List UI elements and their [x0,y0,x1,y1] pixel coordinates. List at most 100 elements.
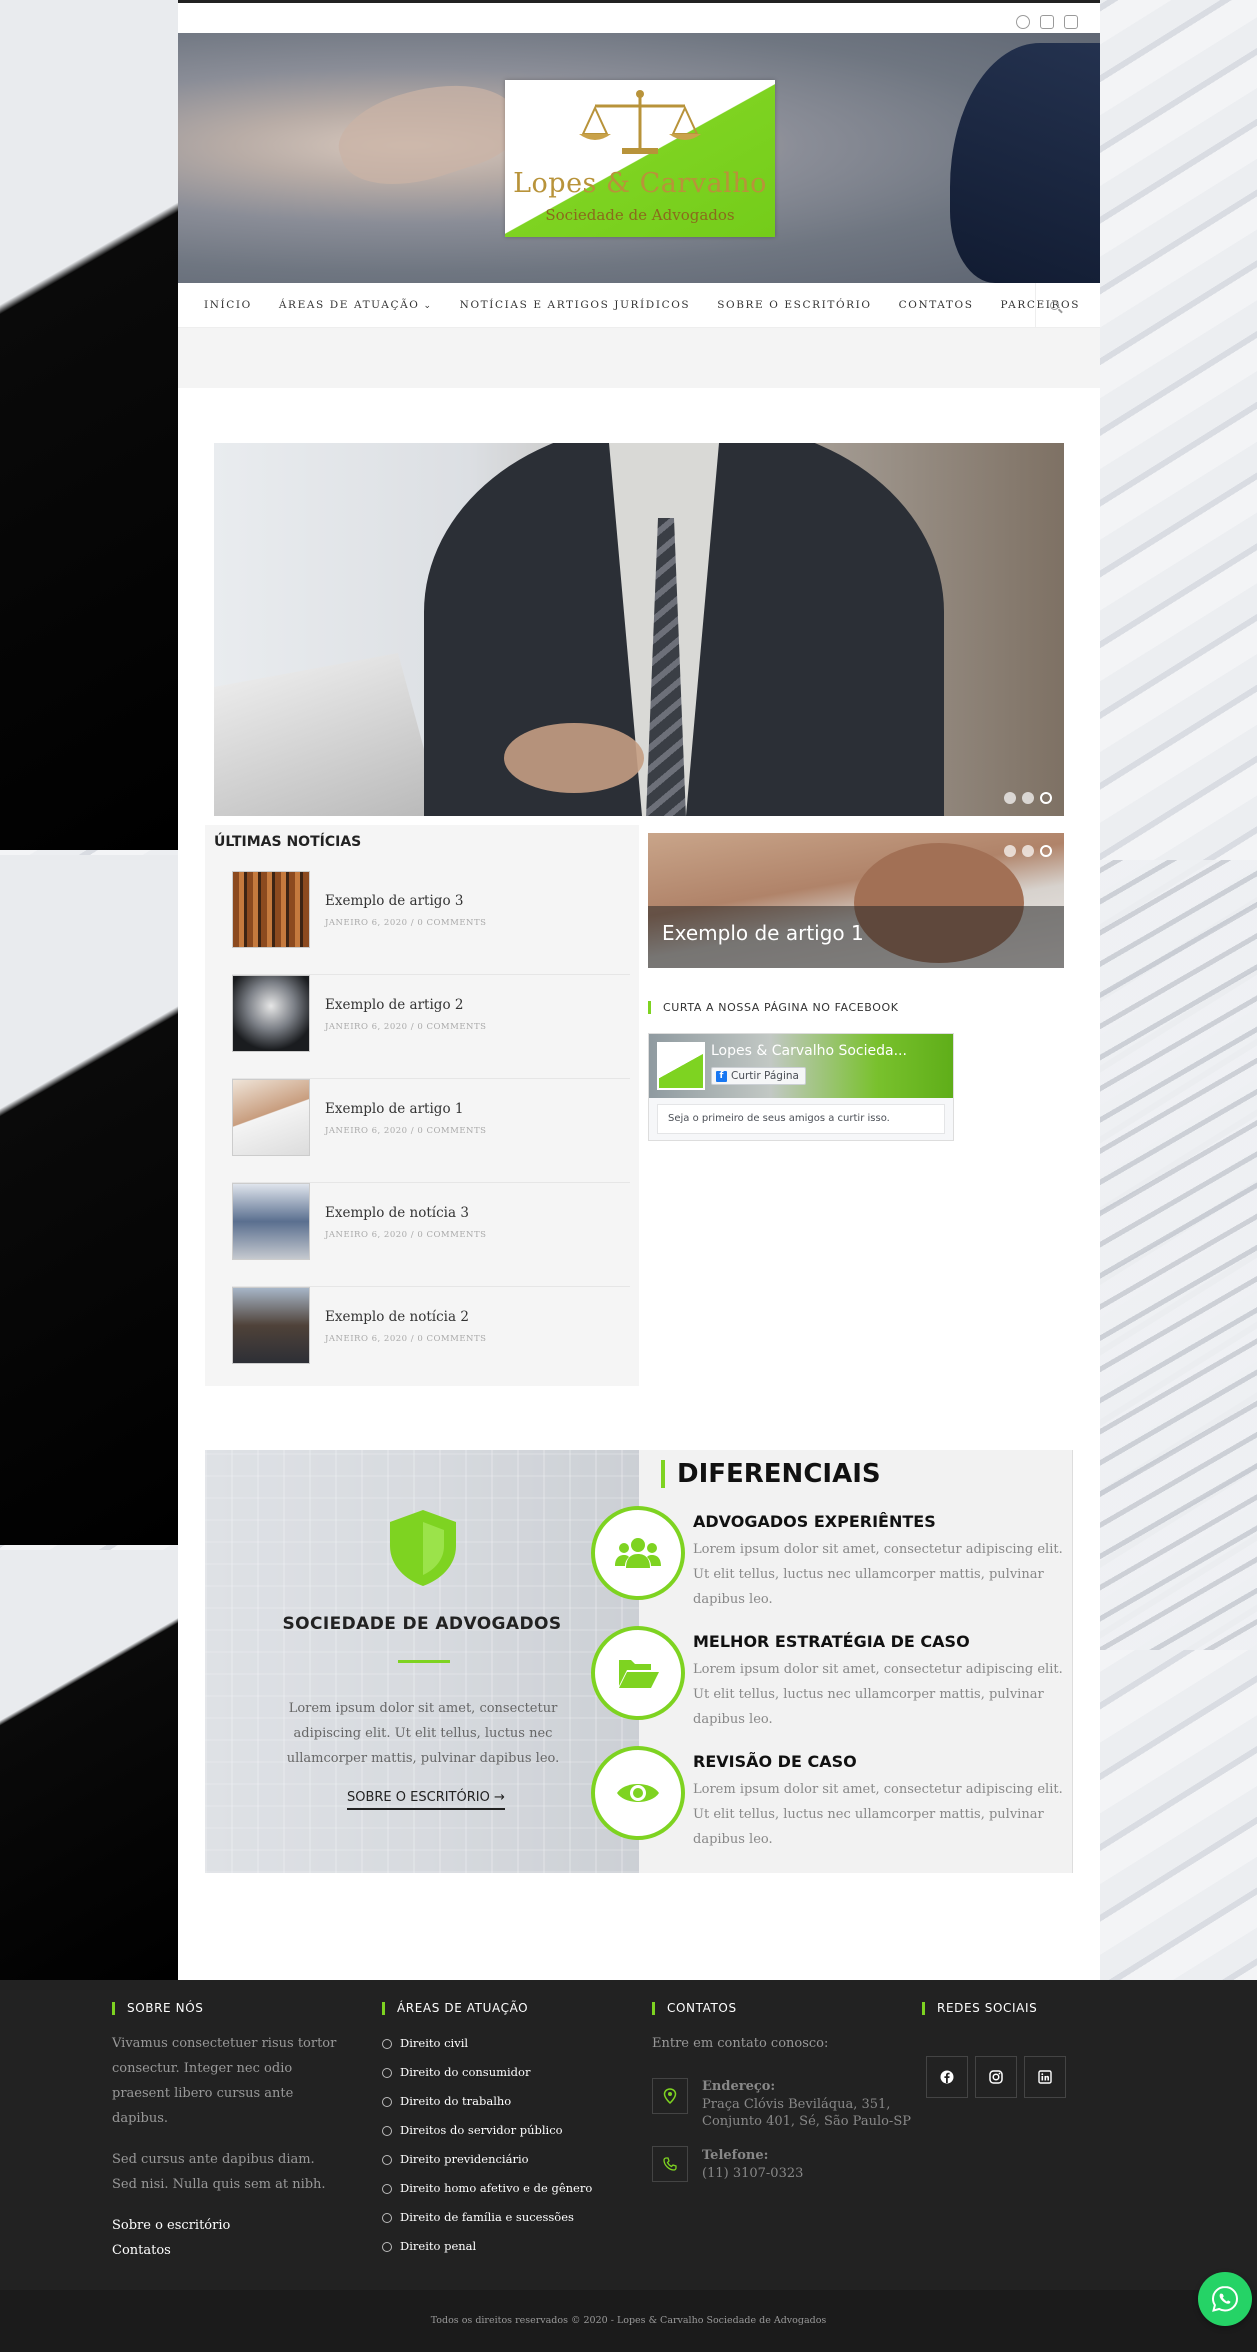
main-slider[interactable] [214,443,1064,816]
address-line: Conjunto 401, Sé, São Paulo-SP [702,2114,911,2129]
news-date: JANEIRO 6, 2020 [325,1230,408,1240]
news-item[interactable]: Exemplo de artigo 2 JANEIRO 6, 2020 / 0 … [232,975,630,1079]
latest-news-title: ÚLTIMAS NOTÍCIAS [214,834,362,850]
slider-dots [1004,792,1052,804]
slider-dot[interactable] [1022,845,1034,857]
feature-text: Lorem ipsum dolor sit amet, consectetur … [693,1662,1063,1727]
footer-link-contatos[interactable]: Contatos [112,2238,342,2263]
article-slider[interactable]: Exemplo de artigo 1 [648,833,1064,968]
meta-separator: / [410,1230,415,1240]
footer-facebook-button[interactable] [926,2056,968,2098]
feature-text: Lorem ipsum dolor sit amet, consectetur … [693,1542,1063,1607]
shield-icon [390,1510,456,1586]
footer-link-sobre[interactable]: Sobre o escritório [112,2213,342,2238]
hero-hand-photo [328,62,528,204]
nav-item-inicio[interactable]: INÍCIO [204,299,252,311]
slider-dot-active[interactable] [1040,845,1052,857]
linkedin-icon[interactable] [1064,15,1078,29]
search-button[interactable] [1035,283,1072,327]
news-date: JANEIRO 6, 2020 [325,1022,408,1032]
whatsapp-button[interactable] [1198,2272,1252,2326]
sobre-escritorio-link[interactable]: SOBRE O ESCRITÓRIO → [347,1790,505,1810]
facebook-cover[interactable]: Lopes & Carvalho Socieda... f Curtir Pág… [649,1034,953,1098]
footer-areas-title: ÁREAS DE ATUAÇÃO [382,2002,612,2015]
news-item-title[interactable]: Exemplo de artigo 1 [325,1101,463,1117]
facebook-page-name[interactable]: Lopes & Carvalho Socieda... [711,1043,907,1059]
news-comments-link[interactable]: 0 COMMENTS [417,1230,486,1240]
address-label: Endereço: [702,2079,776,2094]
logo-name: Lopes & Carvalho [513,168,767,199]
slider-dot-active[interactable] [1040,792,1052,804]
footer-about: SOBRE NÓS Vivamus consectetuer risus tor… [112,2002,342,2263]
facebook-page-avatar[interactable] [657,1042,705,1090]
instagram-icon [989,2070,1003,2084]
news-comments-link[interactable]: 0 COMMENTS [417,1126,486,1136]
news-thumbnail[interactable] [232,871,310,948]
facebook-icon: f [716,1070,727,1082]
slider-photo-hand [504,723,644,793]
news-comments-link[interactable]: 0 COMMENTS [417,918,486,928]
article-slider-caption-title[interactable]: Exemplo de artigo 1 [662,921,864,945]
slider-dot[interactable] [1004,845,1016,857]
slider-dot[interactable] [1004,792,1016,804]
facebook-icon[interactable] [1016,15,1030,29]
news-item[interactable]: Exemplo de artigo 1 JANEIRO 6, 2020 / 0 … [232,1079,630,1183]
footer-area-link[interactable]: Direito homo afetivo e de gênero [382,2174,612,2203]
news-thumbnail[interactable] [232,975,310,1052]
feature-text: Lorem ipsum dolor sit amet, consectetur … [693,1782,1063,1847]
news-item-title[interactable]: Exemplo de notícia 3 [325,1205,469,1221]
footer-areas-list: Direito civil Direito do consumidor Dire… [382,2029,612,2261]
logo-subtitle: Sociedade de Advogados [545,206,735,224]
facebook-icon [940,2070,954,2084]
article-slider-dots [1004,845,1052,857]
address-line: Praça Clóvis Beviláqua, 351, [702,2097,891,2112]
news-item[interactable]: Exemplo de artigo 3 JANEIRO 6, 2020 / 0 … [232,871,630,975]
slider-dot[interactable] [1022,792,1034,804]
footer-contacts-title: CONTATOS [652,2002,912,2015]
feature-icon-circle [591,1506,685,1600]
news-thumbnail[interactable] [232,1183,310,1260]
news-thumbnail[interactable] [232,1287,310,1364]
nav-item-sobre[interactable]: SOBRE O ESCRITÓRIO [717,299,871,311]
news-item-title[interactable]: Exemplo de artigo 2 [325,997,463,1013]
news-item-meta: JANEIRO 6, 2020 / 0 COMMENTS [325,1334,486,1344]
news-item-title[interactable]: Exemplo de artigo 3 [325,893,463,909]
site-logo[interactable]: Lopes & Carvalho Sociedade de Advogados [505,80,775,237]
news-item-title[interactable]: Exemplo de notícia 2 [325,1309,469,1325]
site-footer: SOBRE NÓS Vivamus consectetuer risus tor… [0,1980,1257,2290]
search-icon [1049,300,1059,310]
facebook-widget-title: CURTA A NOSSA PÁGINA NO FACEBOOK [648,1001,899,1014]
footer-area-link[interactable]: Direito de família e sucessões [382,2203,612,2232]
background-photo-left [0,1550,178,1980]
footer-area-link[interactable]: Direito do trabalho [382,2087,612,2116]
footer-area-link[interactable]: Direito do consumidor [382,2058,612,2087]
news-date: JANEIRO 6, 2020 [325,1334,408,1344]
news-comments-link[interactable]: 0 COMMENTS [417,1334,486,1344]
slider-photo-laptop [214,653,444,816]
footer-area-link[interactable]: Direito penal [382,2232,612,2261]
footer-area-link[interactable]: Direito civil [382,2029,612,2058]
footer-area-link[interactable]: Direitos do servidor público [382,2116,612,2145]
footer-about-text: Vivamus consectetuer risus tortor consec… [112,2036,337,2126]
phone-number[interactable]: (11) 3107-0323 [702,2165,803,2182]
news-item[interactable]: Exemplo de notícia 3 JANEIRO 6, 2020 / 0… [232,1183,630,1287]
news-item[interactable]: Exemplo de notícia 2 JANEIRO 6, 2020 / 0… [232,1287,630,1391]
nav-item-contatos[interactable]: CONTATOS [899,299,974,311]
footer-instagram-button[interactable] [975,2056,1017,2098]
nav-item-noticias[interactable]: NOTÍCIAS E ARTIGOS JURÍDICOS [460,299,691,311]
arrow-right-icon: → [493,1790,505,1805]
news-thumbnail[interactable] [232,1079,310,1156]
copyright-bar: Todos os direitos reservados © 2020 - Lo… [0,2290,1257,2352]
instagram-icon[interactable] [1040,15,1054,29]
nav-item-areas[interactable]: ÁREAS DE ATUAÇÃO ⌄ [279,299,433,311]
footer-area-link[interactable]: Direito previdenciário [382,2145,612,2174]
meta-separator: / [410,918,415,928]
facebook-like-button[interactable]: f Curtir Página [711,1067,806,1085]
background-photo-left [0,0,178,850]
footer-linkedin-button[interactable] [1024,2056,1066,2098]
news-comments-link[interactable]: 0 COMMENTS [417,1022,486,1032]
background-photo-right [1099,860,1257,1650]
facebook-like-label: Curtir Página [731,1070,799,1082]
feature-title: MELHOR ESTRATÉGIA DE CASO [693,1632,970,1651]
feature-icon-circle [591,1626,685,1720]
